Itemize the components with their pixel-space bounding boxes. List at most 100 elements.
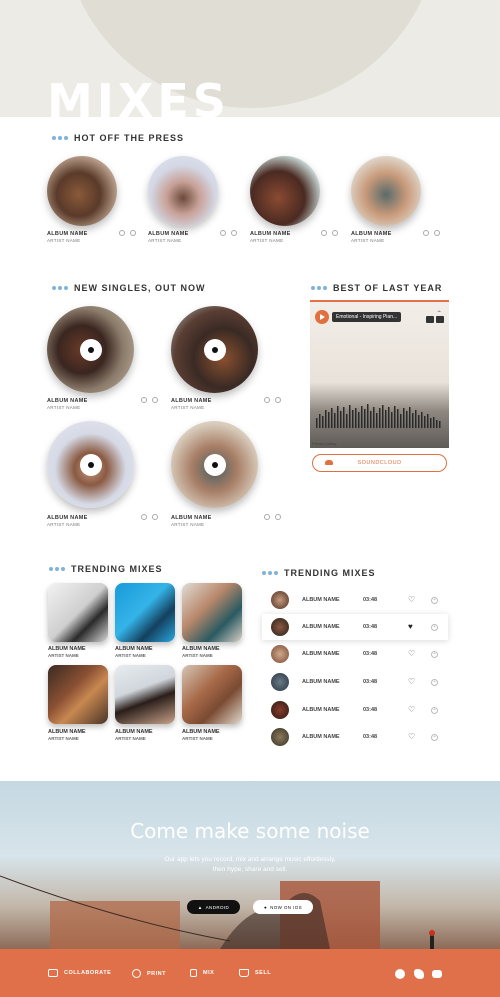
- track-album: ALBUM NAME: [302, 651, 340, 657]
- section-title: BEST OF LAST YEAR: [333, 283, 443, 293]
- track-album: ALBUM NAME: [302, 679, 340, 685]
- add-icon[interactable]: +: [431, 596, 438, 604]
- vinyl-hole: [203, 453, 226, 476]
- page-title: MIXES: [47, 78, 230, 117]
- track-row[interactable]: ALBUM NAME 03:48 ♡ +: [262, 724, 448, 750]
- dots-icon: [49, 567, 65, 571]
- heart-filled-icon[interactable]: ♥: [408, 623, 413, 631]
- artist-name: ARTIST NAME: [47, 405, 81, 410]
- track-thumb: [271, 673, 289, 691]
- track-row[interactable]: ALBUM NAME 03:48 ♡ +: [262, 587, 448, 613]
- track-album: ALBUM NAME: [302, 707, 340, 713]
- footer-sell[interactable]: SELL: [239, 969, 271, 977]
- heart-icon[interactable]: ♡: [408, 650, 415, 658]
- track-time: 03:48: [363, 597, 378, 603]
- privacy-policy-link[interactable]: Privacy policy: [312, 441, 336, 446]
- vinyl-disc[interactable]: [47, 306, 134, 393]
- artist-name: ARTIST NAME: [115, 736, 146, 741]
- album-name: ALBUM NAME: [48, 729, 86, 735]
- soundcloud-player[interactable]: Emotional - Inspiring Pian... ☁ Privacy …: [310, 300, 449, 448]
- add-icon[interactable]: [119, 230, 125, 236]
- heart-icon[interactable]: ♡: [408, 678, 415, 686]
- add-icon[interactable]: +: [431, 706, 438, 714]
- album-name: ALBUM NAME: [47, 515, 88, 521]
- footer-print[interactable]: PRINT: [132, 969, 166, 978]
- section-title: NEW SINGLES, OUT NOW: [74, 283, 206, 293]
- app-banner: Come make some noise Our app lets you re…: [0, 781, 500, 949]
- footer-collaborate[interactable]: COLLABORATE: [48, 969, 111, 977]
- vinyl-hole: [79, 338, 102, 361]
- artist-name: ARTIST NAME: [250, 238, 284, 243]
- ios-button[interactable]: ● NOW ON IOS: [253, 900, 313, 914]
- add-icon[interactable]: [321, 230, 327, 236]
- mix-tile[interactable]: [182, 665, 242, 724]
- heart-icon[interactable]: ♡: [408, 706, 415, 714]
- album-name: ALBUM NAME: [250, 231, 291, 237]
- add-icon[interactable]: +: [431, 623, 438, 631]
- mix-tile[interactable]: [115, 583, 175, 642]
- album-cover[interactable]: [250, 156, 320, 226]
- section-title: TRENDING MIXES: [71, 564, 163, 574]
- heart-icon[interactable]: ♡: [408, 596, 415, 604]
- section-trending-tiles-header: TRENDING MIXES: [49, 564, 163, 574]
- headphones-icon[interactable]: [152, 514, 158, 520]
- album-cover[interactable]: [351, 156, 421, 226]
- add-icon[interactable]: [264, 514, 270, 520]
- artist-name: ARTIST NAME: [171, 405, 205, 410]
- track-row[interactable]: ALBUM NAME 03:48 ♡ +: [262, 641, 448, 667]
- heart-icon[interactable]: ♡: [408, 733, 415, 741]
- vinyl-disc[interactable]: [47, 421, 134, 508]
- album-name: ALBUM NAME: [182, 729, 220, 735]
- banner-subtitle: Our app lets you record, mix and arrange…: [164, 856, 336, 874]
- mix-tile[interactable]: [48, 665, 108, 724]
- add-icon[interactable]: [141, 397, 147, 403]
- add-icon[interactable]: [141, 514, 147, 520]
- facebook-icon[interactable]: [395, 969, 405, 979]
- add-icon[interactable]: +: [431, 650, 438, 658]
- headphones-icon[interactable]: [152, 397, 158, 403]
- add-icon[interactable]: [423, 230, 429, 236]
- add-icon[interactable]: [220, 230, 226, 236]
- twitter-icon[interactable]: [414, 969, 424, 979]
- add-icon[interactable]: +: [431, 678, 438, 686]
- cloud-icon: [325, 460, 333, 465]
- artist-name: ARTIST NAME: [48, 653, 79, 658]
- footer-mix[interactable]: MIX: [190, 969, 214, 977]
- track-row[interactable]: ALBUM NAME 03:48 ♥ +: [262, 614, 448, 640]
- mix-tile[interactable]: [182, 583, 242, 642]
- like-icon[interactable]: [426, 316, 434, 323]
- artist-name: ARTIST NAME: [171, 522, 205, 527]
- track-album: ALBUM NAME: [302, 624, 340, 630]
- share-icon[interactable]: [436, 316, 444, 323]
- headphones-icon[interactable]: [332, 230, 338, 236]
- mix-tile[interactable]: [115, 665, 175, 724]
- headphones-icon[interactable]: [434, 230, 440, 236]
- headphones-icon[interactable]: [130, 230, 136, 236]
- waveform[interactable]: [316, 402, 441, 428]
- headphones-icon[interactable]: [231, 230, 237, 236]
- track-row[interactable]: ALBUM NAME 03:48 ♡ +: [262, 669, 448, 695]
- album-name: ALBUM NAME: [182, 646, 220, 652]
- youtube-icon[interactable]: [432, 970, 442, 978]
- add-icon[interactable]: [264, 397, 270, 403]
- vinyl-disc[interactable]: [171, 421, 258, 508]
- album-cover[interactable]: [47, 156, 117, 226]
- cart-icon: [239, 969, 249, 977]
- album-cover[interactable]: [148, 156, 218, 226]
- dots-icon: [311, 286, 327, 290]
- section-title: TRENDING MIXES: [284, 568, 376, 578]
- android-button[interactable]: ▲ ANDROID: [187, 900, 240, 914]
- headphones-icon[interactable]: [275, 397, 281, 403]
- mix-tile[interactable]: [48, 583, 108, 642]
- headphones-icon[interactable]: [275, 514, 281, 520]
- footer-label: COLLABORATE: [64, 970, 112, 976]
- play-icon[interactable]: [315, 310, 329, 324]
- vinyl-disc[interactable]: [171, 306, 258, 393]
- artist-name: ARTIST NAME: [351, 238, 385, 243]
- track-row[interactable]: ALBUM NAME 03:48 ♡ +: [262, 697, 448, 723]
- add-icon[interactable]: +: [431, 733, 438, 741]
- footer-label: SELL: [255, 970, 272, 976]
- section-best-header: BEST OF LAST YEAR: [311, 283, 442, 293]
- soundcloud-button-label: SOUNDCLOUD: [357, 460, 402, 466]
- soundcloud-button[interactable]: SOUNDCLOUD: [312, 454, 447, 472]
